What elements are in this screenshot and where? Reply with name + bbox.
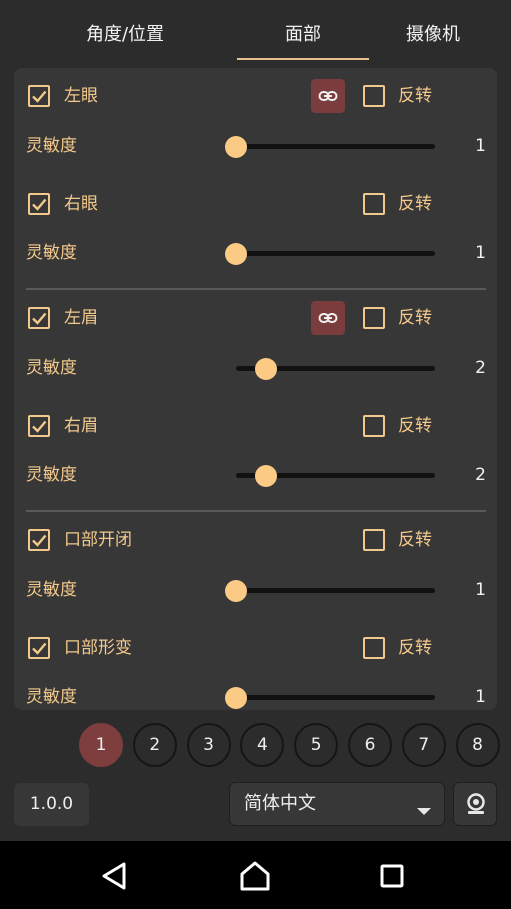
sensitivity-slider-track[interactable] [236,587,435,593]
sensitivity-row: 灵敏度 1 [14,566,497,606]
sensitivity-slider-thumb[interactable] [225,579,247,602]
nav-recents-button[interactable] [375,859,409,893]
page-button-6[interactable]: 6 [348,723,392,767]
feature-toggle-row: 口部开闭 反转 [14,512,497,552]
caret-down-icon [417,801,431,820]
feature-toggle-row: 左眉 反转 [14,290,497,335]
feature-label: 口部开闭 [64,530,132,550]
sensitivity-label: 灵敏度 [26,579,77,600]
link-pair-button[interactable] [311,301,345,335]
feature-label: 右眼 [64,193,98,214]
face-settings-panel[interactable]: 左眼 反转 灵敏度 1 右眼 反转 灵敏度 1 左眉 反转 灵敏度 2 右眉 反转 灵敏度 2 口部开闭 反转 灵敏… [14,68,497,710]
feature-label: 右眉 [64,415,98,436]
invert-label: 反转 [398,530,432,550]
sensitivity-value: 1 [475,687,486,708]
link-pair-button[interactable] [311,79,345,113]
page-button-1[interactable]: 1 [79,723,123,767]
tab-camera[interactable]: 摄像机 [380,22,486,48]
invert-checkbox[interactable] [363,192,385,215]
page-button-7[interactable]: 7 [401,723,446,767]
version-label: 1.0.0 [14,783,89,826]
invert-label: 反转 [398,308,432,328]
sensitivity-row: 灵敏度 1 [14,122,497,162]
invert-checkbox[interactable] [363,414,385,437]
active-tab-indicator [237,58,369,60]
sensitivity-slider-thumb[interactable] [254,357,277,380]
page-button-4[interactable]: 4 [240,723,285,767]
invert-label: 反转 [398,86,432,106]
feature-label: 左眉 [64,308,98,328]
sensitivity-slider-track[interactable] [236,251,435,257]
tab-face[interactable]: 面部 [238,22,368,48]
language-select-value: 简体中文 [244,793,316,814]
feature-enable-checkbox[interactable] [28,85,50,107]
sensitivity-label: 灵敏度 [26,357,77,378]
feature-enable-checkbox[interactable] [28,636,50,659]
sensitivity-label: 灵敏度 [26,687,77,708]
page-button-8[interactable]: 8 [455,723,500,767]
page-button-3[interactable]: 3 [186,723,231,767]
feature-label: 左眼 [64,86,98,106]
feature-toggle-row: 右眼 反转 [14,176,497,216]
tab-angle-position[interactable]: 角度/位置 [60,22,190,48]
page-selector: 12345678 [0,723,511,767]
sensitivity-value: 1 [475,579,486,600]
sensitivity-row: 灵敏度 2 [14,451,497,491]
sensitivity-value: 2 [475,357,486,378]
page-button-2[interactable]: 2 [132,723,177,767]
language-select[interactable]: 简体中文 [229,782,445,826]
sensitivity-label: 灵敏度 [26,243,77,264]
sensitivity-slider-thumb[interactable] [225,687,247,710]
feature-toggle-row: 口部形变 反转 [14,620,497,660]
sensitivity-slider-thumb[interactable] [254,465,277,488]
feature-enable-checkbox[interactable] [28,529,50,551]
camera-button[interactable] [453,782,497,826]
invert-label: 反转 [398,415,432,436]
sensitivity-row: 灵敏度 1 [14,673,497,710]
invert-label: 反转 [398,193,432,214]
feature-toggle-row: 左眼 反转 [14,68,497,113]
sensitivity-value: 1 [475,135,486,156]
feature-enable-checkbox[interactable] [28,414,50,437]
sensitivity-slider-track[interactable] [236,143,435,149]
invert-checkbox[interactable] [363,529,385,551]
feature-toggle-row: 右眉 反转 [14,398,497,438]
sensitivity-label: 灵敏度 [26,135,77,156]
system-navigation-bar [0,841,511,909]
nav-home-button[interactable] [238,859,272,893]
sensitivity-slider-thumb[interactable] [225,243,247,266]
nav-back-button[interactable] [98,859,132,893]
sensitivity-row: 灵敏度 2 [14,344,497,384]
sensitivity-label: 灵敏度 [26,465,77,486]
invert-checkbox[interactable] [363,85,385,107]
sensitivity-row: 灵敏度 1 [14,229,497,269]
sensitivity-value: 2 [475,465,486,486]
feature-label: 口部形变 [64,637,132,658]
tab-bar: 角度/位置 面部 摄像机 [0,0,511,62]
invert-label: 反转 [398,637,432,658]
invert-checkbox[interactable] [363,636,385,659]
sensitivity-slider-thumb[interactable] [225,135,247,158]
sensitivity-value: 1 [475,243,486,264]
feature-enable-checkbox[interactable] [28,307,50,329]
sensitivity-slider-track[interactable] [236,695,435,701]
invert-checkbox[interactable] [363,307,385,329]
page-button-5[interactable]: 5 [294,723,339,767]
feature-enable-checkbox[interactable] [28,192,50,215]
